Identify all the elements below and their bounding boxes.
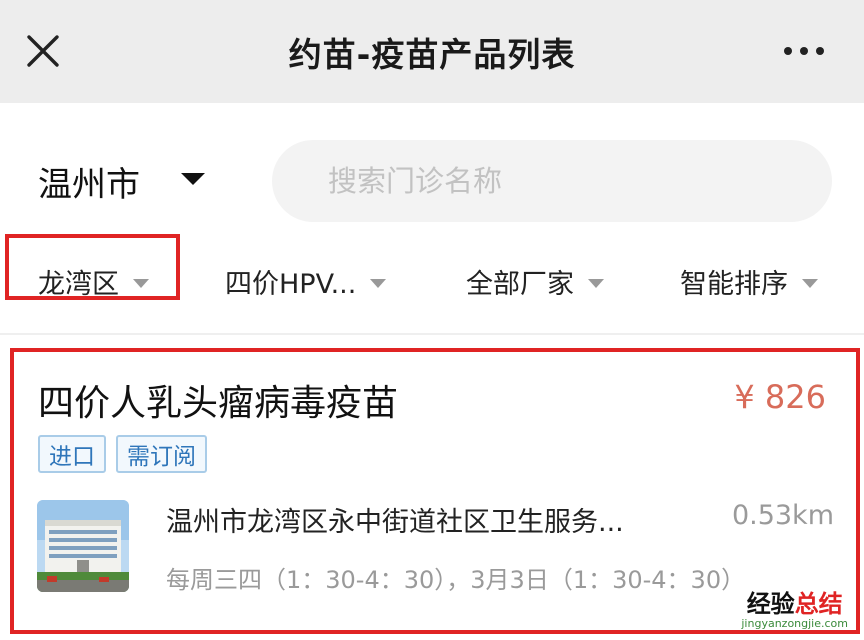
clinic-name[interactable]: 温州市龙湾区永中街道社区卫生服务... <box>166 500 686 539</box>
clinic-thumbnail[interactable] <box>37 500 129 592</box>
watermark-url: jingyanzongjie.com <box>741 617 848 630</box>
product-price: ¥ 826 <box>734 378 826 416</box>
district-highlight-box <box>5 234 180 300</box>
watermark: 经验总结 jingyanzongjie.com <box>741 592 848 629</box>
filter-sort-label: 智能排序 <box>680 268 788 300</box>
title-bar <box>0 0 864 103</box>
product-tags: 进口 需订阅 <box>38 435 207 473</box>
tag-import: 进口 <box>38 435 106 473</box>
caret-down-icon[interactable] <box>181 173 205 185</box>
product-name[interactable]: 四价人乳头瘤病毒疫苗 <box>38 374 398 426</box>
filter-manufacturer[interactable]: 全部厂家 <box>466 250 604 312</box>
more-dots-icon <box>800 47 808 55</box>
dropdown-arrow-icon <box>588 278 604 288</box>
city-selector[interactable]: 温州市 <box>38 155 140 207</box>
tag-subscribe: 需订阅 <box>116 435 207 473</box>
more-dots-icon <box>816 47 824 55</box>
filter-manufacturer-label: 全部厂家 <box>466 268 574 300</box>
more-dots-icon <box>784 47 792 55</box>
watermark-text-2: 总结 <box>794 590 843 618</box>
clinic-building-image <box>37 500 129 592</box>
clinic-hours: 每周三四（1：30-4：30），3月3日（1：30-4：30） <box>166 566 746 594</box>
watermark-text-1: 经验 <box>746 590 795 618</box>
close-button[interactable] <box>22 30 64 72</box>
divider <box>0 333 864 335</box>
dropdown-arrow-icon <box>370 278 387 288</box>
search-input[interactable] <box>272 140 832 222</box>
filter-vaccine[interactable]: 四价HPV... <box>225 250 387 312</box>
close-icon <box>27 35 59 67</box>
city-label: 温州市 <box>38 164 140 205</box>
dropdown-arrow-icon <box>802 278 818 288</box>
filter-vaccine-label: 四价HPV... <box>225 268 357 300</box>
clinic-distance: 0.53km <box>731 500 834 531</box>
filter-sort[interactable]: 智能排序 <box>680 250 818 312</box>
more-options-button[interactable] <box>778 36 830 66</box>
